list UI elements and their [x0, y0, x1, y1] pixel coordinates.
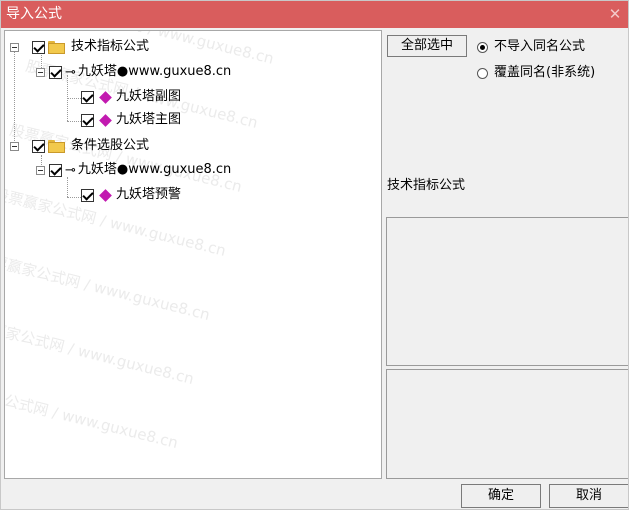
import-formula-dialog: 导入公式 ✕ 股票赢家公式网 / www.guxue8.cn 股票赢家公式网 / …: [0, 0, 629, 510]
leaf-label: 九妖塔预警: [116, 187, 182, 202]
tree-line: [67, 197, 81, 198]
diamond-icon: [99, 113, 112, 127]
tree-leaf-row[interactable]: 九妖塔预警: [81, 184, 181, 206]
tree-leaf-row[interactable]: 九妖塔副图: [81, 86, 181, 108]
item-label: 九妖塔●www.guxue8.cn: [77, 162, 232, 177]
radio-overwrite[interactable]: 覆盖同名(非系统): [477, 63, 595, 83]
leaf-checkbox[interactable]: [81, 113, 94, 127]
folder-icon: [48, 139, 65, 153]
leaf-checkbox[interactable]: [81, 188, 94, 202]
minus-box-icon[interactable]: [36, 165, 45, 175]
item-label: 九妖塔●www.guxue8.cn: [77, 64, 232, 79]
radio-button[interactable]: [477, 41, 488, 53]
ok-button[interactable]: 确定: [461, 484, 541, 508]
group-checkbox[interactable]: [32, 139, 45, 153]
item-checkbox[interactable]: [49, 65, 62, 79]
minus-box-icon[interactable]: [10, 141, 19, 151]
minus-box-icon[interactable]: [36, 67, 45, 77]
tree-item-row[interactable]: ⊸ 九妖塔●www.guxue8.cn: [36, 159, 231, 181]
tree-line: [67, 98, 81, 99]
close-icon[interactable]: ✕: [606, 5, 624, 23]
select-all-button[interactable]: 全部选中: [387, 35, 467, 57]
formula-tree: 股票赢家公式网 / www.guxue8.cn 股票赢家公式网 / www.gux…: [4, 30, 382, 479]
tree-item-row[interactable]: ⊸ 九妖塔●www.guxue8.cn: [36, 61, 231, 83]
tree-group-row[interactable]: 技术指标公式: [10, 36, 149, 58]
leaf-checkbox[interactable]: [81, 90, 94, 104]
radio-no-import[interactable]: 不导入同名公式: [477, 37, 585, 57]
title-bar: 导入公式 ✕: [1, 1, 628, 28]
key-icon: ⊸: [65, 64, 76, 80]
group-checkbox[interactable]: [32, 40, 45, 54]
leaf-label: 九妖塔副图: [116, 89, 182, 104]
watermark-text: 股票赢家公式网 / www.guxue8.cn: [5, 249, 212, 324]
diamond-icon: [99, 188, 112, 202]
leaf-label: 九妖塔主图: [116, 112, 182, 127]
cancel-button[interactable]: 取消: [549, 484, 628, 508]
radio-label: 不导入同名公式: [494, 39, 586, 54]
tree-line: [14, 49, 15, 149]
formula-type-label: 技术指标公式: [387, 178, 466, 193]
radio-button[interactable]: [477, 67, 488, 79]
diamond-icon: [99, 90, 112, 104]
watermark-text: 股票赢家公式网 / www.guxue8.cn: [5, 313, 196, 388]
watermark-text: 股票赢家公式网 / www.guxue8.cn: [5, 377, 180, 452]
tree-line: [67, 121, 81, 122]
group-label: 条件选股公式: [71, 138, 150, 153]
tree-leaf-row[interactable]: 九妖塔主图: [81, 109, 181, 131]
tree-group-row[interactable]: 条件选股公式: [10, 135, 149, 157]
group-label: 技术指标公式: [71, 39, 150, 54]
key-icon: ⊸: [65, 162, 76, 178]
window-title: 导入公式: [6, 6, 62, 22]
item-checkbox[interactable]: [49, 163, 62, 177]
minus-box-icon[interactable]: [10, 42, 19, 52]
folder-icon: [48, 40, 65, 54]
radio-label: 覆盖同名(非系统): [494, 65, 596, 80]
formula-description-box: [386, 217, 628, 366]
watermark: 股票赢家公式网 / www.guxue8.cn股票赢家公式网 / www.gux…: [5, 31, 276, 452]
formula-params-box: [386, 369, 628, 479]
